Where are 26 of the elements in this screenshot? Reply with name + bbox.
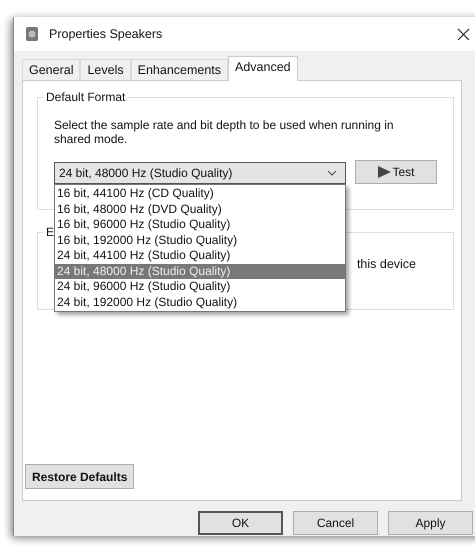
test-button[interactable]: Test [355, 160, 437, 184]
tab[interactable]: Advanced [228, 56, 298, 81]
dialog-button[interactable]: OK [198, 511, 283, 535]
chevron-down-icon [327, 170, 337, 176]
speaker-icon [25, 26, 39, 42]
dropdown-option[interactable]: 16 bit, 44100 Hz (CD Quality) [55, 186, 345, 202]
dropdown-option[interactable]: 24 bit, 48000 Hz (Studio Quality) [55, 264, 345, 279]
format-dropdown[interactable]: 24 bit, 48000 Hz (Studio Quality) [54, 162, 346, 184]
restore-defaults-button[interactable]: Restore Defaults [25, 464, 134, 489]
group-legend: Default Format [43, 90, 128, 104]
dropdown-option[interactable]: 24 bit, 96000 Hz (Studio Quality) [55, 279, 345, 294]
dropdown-option[interactable]: 16 bit, 96000 Hz (Studio Quality) [55, 217, 345, 232]
close-icon[interactable] [457, 28, 470, 40]
dialog-button[interactable]: Cancel [293, 511, 378, 535]
option-label: this device [356, 257, 416, 271]
dropdown-option[interactable]: 16 bit, 48000 Hz (DVD Quality) [55, 202, 345, 217]
tab[interactable]: Enhancements [130, 59, 228, 80]
description-text: Select the sample rate and bit depth to be used when running in shared mode. [54, 118, 395, 146]
dropdown-option[interactable]: 16 bit, 192000 Hz (Studio Quality) [55, 232, 345, 248]
dropdown-option[interactable]: 24 bit, 44100 Hz (Studio Quality) [55, 248, 345, 264]
tab[interactable]: Levels [80, 59, 131, 80]
dropdown-option[interactable]: 24 bit, 192000 Hz (Studio Quality) [55, 294, 345, 310]
dialog-button[interactable]: Apply [388, 511, 473, 535]
tab[interactable]: General [22, 59, 80, 80]
play-icon [377, 166, 392, 178]
window-title: Properties Speakers [49, 27, 162, 41]
